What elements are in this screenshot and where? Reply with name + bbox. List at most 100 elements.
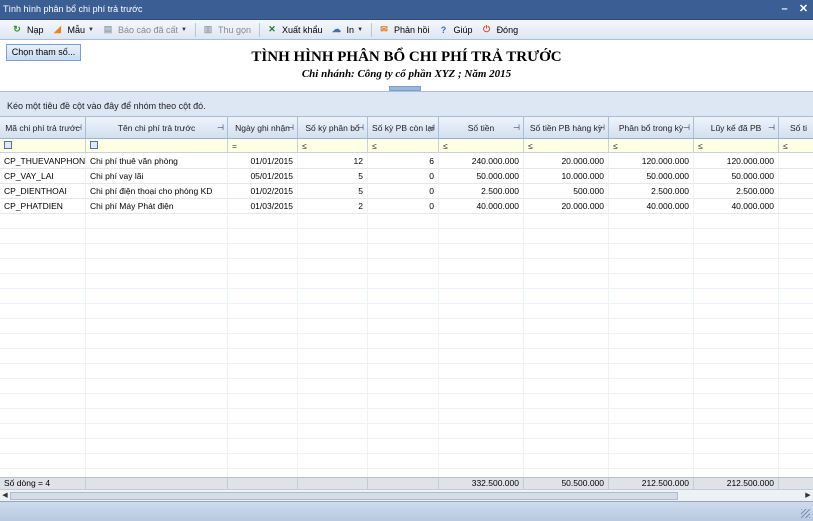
table-cell[interactable]: 5 [298, 184, 368, 199]
table-cell[interactable] [779, 199, 813, 214]
column-pin-icon[interactable]: ⊣ [75, 117, 82, 138]
resize-grip-icon[interactable] [801, 509, 810, 518]
column-header[interactable]: Tên chi phí trả trước ⊣ [86, 117, 228, 138]
table-cell[interactable]: 40.000.000 [694, 199, 779, 214]
table-cell[interactable]: 01/01/2015 [228, 154, 298, 169]
column-pin-icon[interactable]: ⊣ [287, 117, 294, 138]
toolbar-button-5[interactable]: ☁ In ▼ [328, 21, 366, 39]
column-pin-icon[interactable]: ⊣ [683, 117, 690, 138]
filter-cell[interactable]: ≤ [609, 139, 694, 152]
table-cell[interactable]: CP_THUEVANPHON [0, 154, 86, 169]
column-pin-icon[interactable]: ⊣ [428, 117, 435, 138]
column-header[interactable]: Lũy kế đã PB ⊣ [694, 117, 779, 138]
filter-cell[interactable]: ≤ [368, 139, 439, 152]
table-row[interactable]: CP_VAY_LAI Chi phí vay lãi 05/01/2015 5 0 50.… [0, 169, 813, 184]
column-header[interactable]: Số kỳ phân bổ ⊣ [298, 117, 368, 138]
toolbar-button-6[interactable]: ✉ Phản hồi [375, 21, 433, 39]
toolbar-button-0[interactable]: ↻ Nạp [8, 21, 47, 39]
table-row[interactable]: CP_PHATDIEN Chi phí Máy Phát điện 01/03/20… [0, 199, 813, 214]
table-cell[interactable]: CP_VAY_LAI [0, 169, 86, 184]
table-cell[interactable]: 10.000.000 [524, 169, 609, 184]
filter-operator[interactable]: ≤ [783, 141, 788, 151]
table-cell[interactable]: 2.500.000 [694, 184, 779, 199]
filter-operator[interactable]: ≤ [698, 141, 703, 151]
horizontal-scrollbar[interactable]: ◀ ▶ [0, 489, 813, 501]
filter-operator[interactable]: ≤ [372, 141, 377, 151]
table-cell[interactable]: 0 [368, 169, 439, 184]
filter-cell[interactable]: ≤ [694, 139, 779, 152]
table-cell[interactable]: 5 [298, 169, 368, 184]
filter-condition-icon[interactable] [90, 141, 98, 149]
table-cell[interactable]: 20.000.000 [524, 154, 609, 169]
table-cell[interactable]: 05/01/2015 [228, 169, 298, 184]
filter-operator[interactable]: ≤ [528, 141, 533, 151]
table-cell[interactable]: Chi phí thuê văn phòng [86, 154, 228, 169]
table-cell[interactable]: 500.000 [524, 184, 609, 199]
filter-cell[interactable]: ≤ [439, 139, 524, 152]
group-by-panel[interactable]: Kéo một tiêu đề cột vào đây để nhóm theo… [0, 91, 813, 117]
column-header[interactable]: Phân bổ trong kỳ ⊣ [609, 117, 694, 138]
table-cell[interactable]: 2.500.000 [609, 184, 694, 199]
close-window-button[interactable]: ✕ [798, 3, 809, 15]
filter-cell[interactable]: ≤ [298, 139, 368, 152]
table-cell[interactable]: 12 [298, 154, 368, 169]
toolbar-button-4[interactable]: ✕ Xuất khẩu [263, 21, 326, 39]
table-row[interactable]: CP_THUEVANPHON Chi phí thuê văn phòng 01/0… [0, 154, 813, 169]
toolbar-button-7[interactable]: ? Giúp [435, 21, 476, 39]
table-cell[interactable]: 240.000.000 [439, 154, 524, 169]
column-pin-icon[interactable]: ⊣ [217, 117, 224, 138]
table-cell[interactable]: 40.000.000 [609, 199, 694, 214]
dropdown-arrow-icon[interactable]: ▼ [88, 27, 94, 33]
column-header[interactable]: Số ti [779, 117, 813, 138]
table-cell[interactable]: CP_PHATDIEN [0, 199, 86, 214]
toolbar-button-3[interactable]: ▥ Thu gọn [199, 21, 254, 39]
filter-cell[interactable]: ≤ [524, 139, 609, 152]
toolbar-button-8[interactable]: ⏻ Đóng [478, 21, 522, 39]
filter-condition-icon[interactable] [4, 141, 12, 149]
table-cell[interactable]: 120.000.000 [694, 154, 779, 169]
column-header[interactable]: Số kỳ PB còn lại ⊣ [368, 117, 439, 138]
table-cell[interactable]: 0 [368, 184, 439, 199]
filter-cell[interactable]: = [228, 139, 298, 152]
table-cell[interactable]: 20.000.000 [524, 199, 609, 214]
table-cell[interactable]: Chi phí Máy Phát điện [86, 199, 228, 214]
table-cell[interactable]: 0 [368, 199, 439, 214]
column-header[interactable]: Số tiền ⊣ [439, 117, 524, 138]
table-cell[interactable] [779, 154, 813, 169]
table-cell[interactable]: Chi phí điện thoại cho phòng KD [86, 184, 228, 199]
table-cell[interactable]: 50.000.000 [694, 169, 779, 184]
filter-operator[interactable]: ≤ [443, 141, 448, 151]
table-cell[interactable] [779, 169, 813, 184]
column-header[interactable]: Ngày ghi nhận ⊣ [228, 117, 298, 138]
table-cell[interactable]: 6 [368, 154, 439, 169]
column-header[interactable]: Mã chi phí trả trước ⊣ [0, 117, 86, 138]
table-cell[interactable]: 50.000.000 [439, 169, 524, 184]
table-cell[interactable]: 2 [298, 199, 368, 214]
table-cell[interactable]: 2.500.000 [439, 184, 524, 199]
filter-operator[interactable]: ≤ [613, 141, 618, 151]
filter-cell[interactable]: ≤ [779, 139, 813, 152]
filter-cell[interactable] [86, 139, 228, 152]
filter-operator[interactable]: = [232, 141, 237, 151]
table-cell[interactable] [779, 184, 813, 199]
table-cell[interactable]: 120.000.000 [609, 154, 694, 169]
table-cell[interactable]: 40.000.000 [439, 199, 524, 214]
toolbar-button-1[interactable]: ◢ Mẫu ▼ [49, 21, 97, 39]
dropdown-arrow-icon[interactable]: ▼ [181, 27, 187, 33]
table-row[interactable]: CP_DIENTHOAI Chi phí điện thoại cho phòng… [0, 184, 813, 199]
filter-cell[interactable] [0, 139, 86, 152]
dropdown-arrow-icon[interactable]: ▼ [357, 27, 363, 33]
column-pin-icon[interactable]: ⊣ [357, 117, 364, 138]
table-cell[interactable]: 50.000.000 [609, 169, 694, 184]
minimize-button[interactable]: – [779, 3, 790, 15]
column-pin-icon[interactable]: ⊣ [513, 117, 520, 138]
scrollbar-thumb[interactable] [10, 492, 678, 500]
table-cell[interactable]: Chi phí vay lãi [86, 169, 228, 184]
table-cell[interactable]: CP_DIENTHOAI [0, 184, 86, 199]
column-header[interactable]: Số tiền PB hàng kỳ ⊣ [524, 117, 609, 138]
column-pin-icon[interactable]: ⊣ [598, 117, 605, 138]
column-pin-icon[interactable]: ⊣ [768, 117, 775, 138]
filter-operator[interactable]: ≤ [302, 141, 307, 151]
table-cell[interactable]: 01/02/2015 [228, 184, 298, 199]
table-cell[interactable]: 01/03/2015 [228, 199, 298, 214]
